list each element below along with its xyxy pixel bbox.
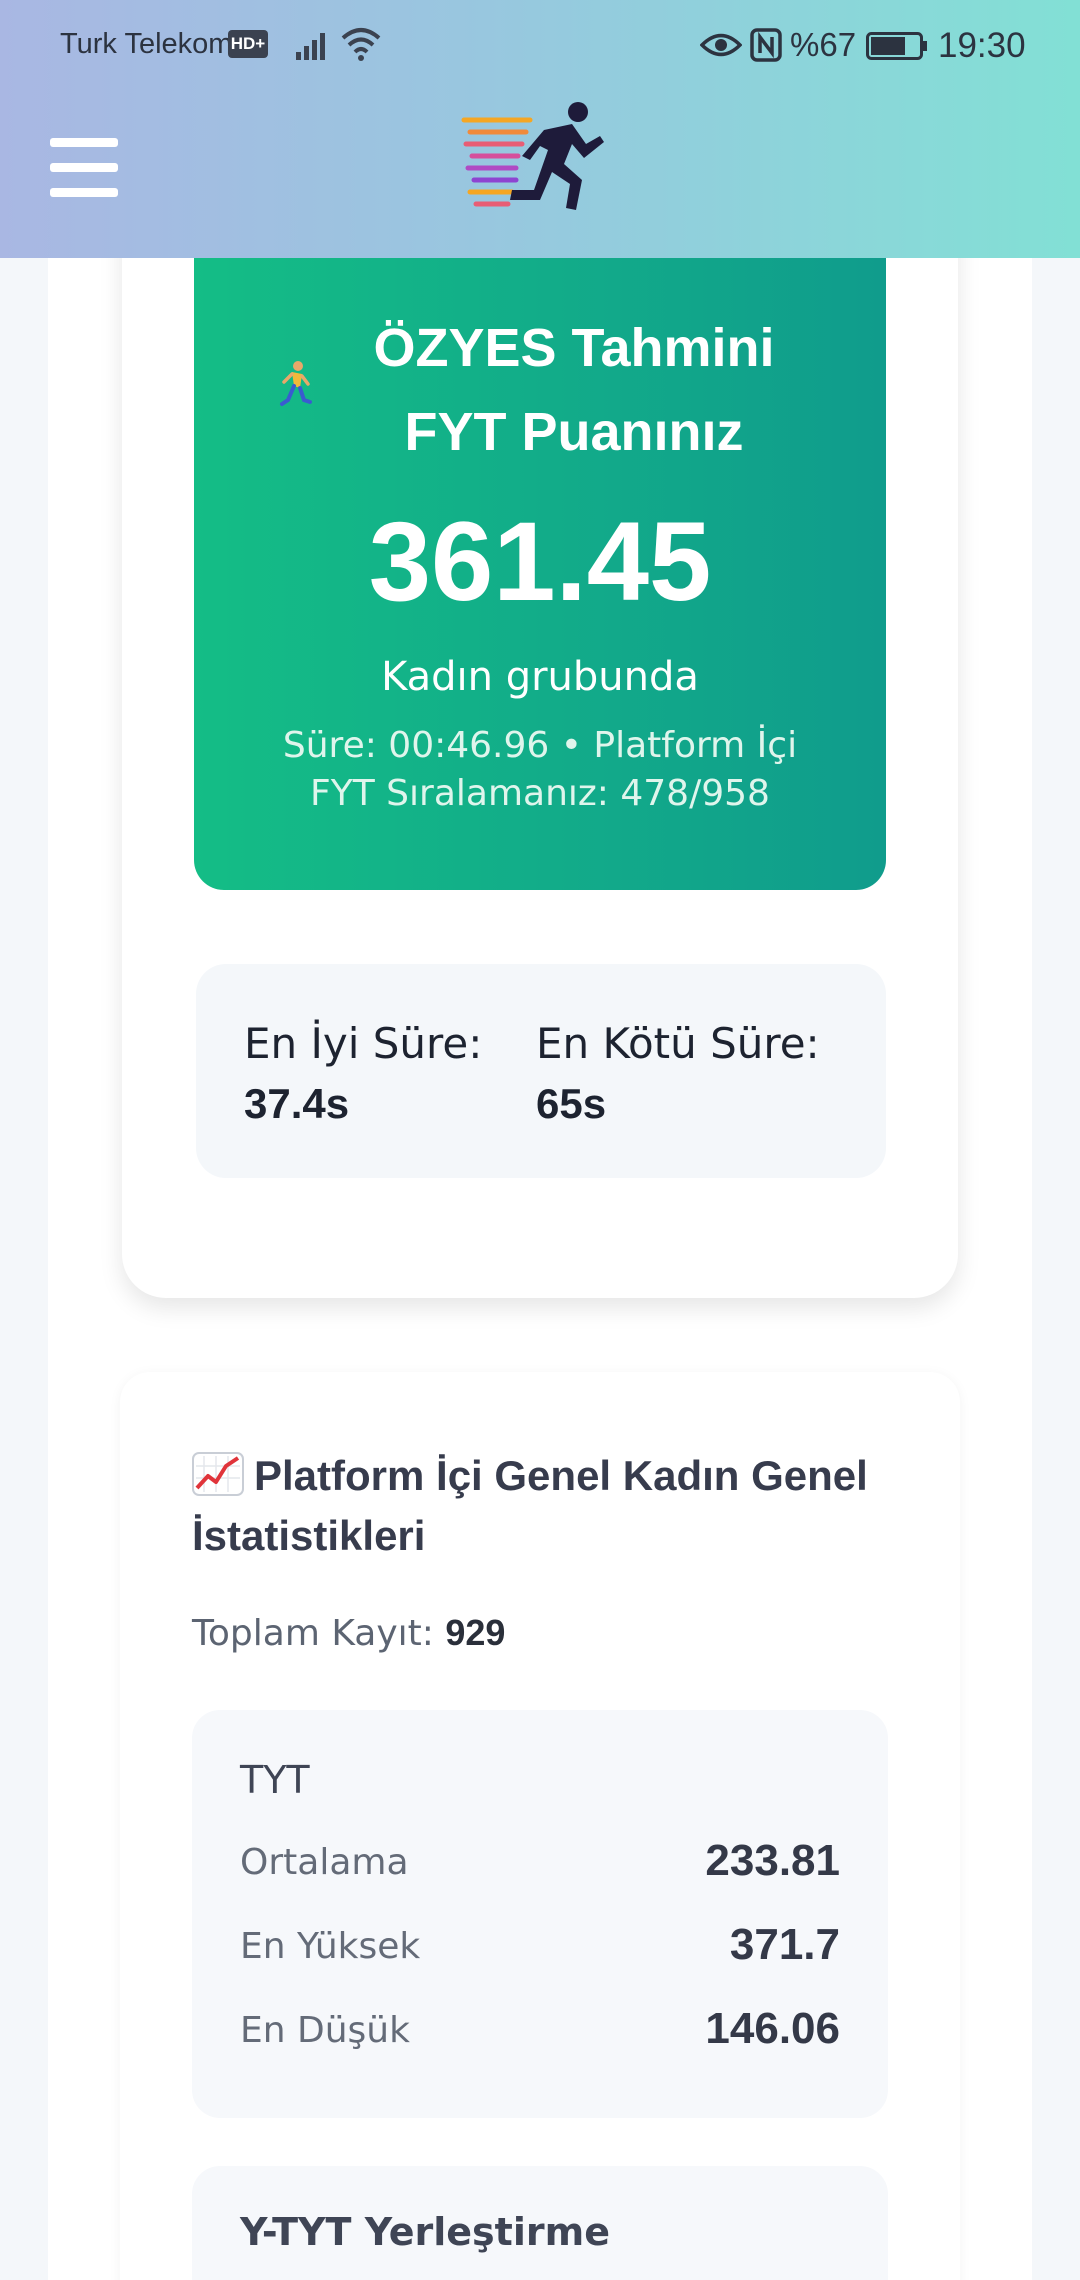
page: Turk Telekom HD+ %67 19:30 ÖZYES Tahmini…: [0, 0, 1080, 2280]
stat-row-lowest: En Düşük 146.06: [240, 2004, 840, 2064]
total-records: Toplam Kayıt: 929: [192, 1612, 505, 1654]
best-time: En İyi Süre: 37.4s: [244, 1014, 482, 1134]
carrier-name: Turk Telekom: [60, 28, 233, 60]
times-box: En İyi Süre: 37.4s En Kötü Süre: 65s: [196, 964, 886, 1178]
runner-emoji: [280, 361, 312, 406]
running-man-logo[interactable]: [460, 100, 606, 218]
hamburger-menu-icon[interactable]: [50, 138, 118, 197]
stat-value: 371.7: [729, 1920, 840, 1969]
score-detail: Süre: 00:46.96 • Platform İçi FYT Sırala…: [282, 725, 798, 814]
score-group: Kadın grubunda: [381, 654, 699, 700]
best-time-value: 37.4s: [244, 1080, 350, 1127]
score-title: ÖZYES Tahmini FYT Puanınız: [373, 318, 775, 462]
stats-title-text: Platform İçi Genel Kadın Genel İstatisti…: [192, 1452, 868, 1559]
nfc-icon: [750, 28, 782, 62]
score-card: ÖZYES Tahmini FYT Puanınız 361.45 Kadın …: [194, 250, 886, 890]
stat-row-highest: En Yüksek 371.7: [240, 1920, 840, 1980]
wifi-icon: [341, 28, 381, 61]
stat-label: Ortalama: [240, 1842, 409, 1883]
stat-label: En Düşük: [240, 2010, 410, 2051]
total-records-value: 929: [445, 1612, 506, 1653]
eye-comfort-icon: [700, 33, 742, 57]
worst-time-value: 65s: [536, 1080, 607, 1127]
tyt-stats-box: TYT Ortalama 233.81 En Yüksek 371.7 En D…: [192, 1710, 888, 2118]
chart-increasing-emoji: [192, 1452, 244, 1496]
stat-label: En Yüksek: [240, 1926, 421, 1967]
stats-title: Platform İçi Genel Kadın Genel İstatisti…: [192, 1446, 912, 1566]
stat-value: 146.06: [705, 2004, 840, 2053]
app-header: Turk Telekom HD+ %67 19:30: [0, 0, 1080, 258]
total-records-label: Toplam Kayıt:: [192, 1613, 434, 1654]
stat-row-average: Ortalama 233.81: [240, 1836, 840, 1896]
stat-value: 233.81: [705, 1836, 840, 1885]
worst-time-label: En Kötü Süre:: [536, 1019, 820, 1068]
hd-badge: HD+: [228, 30, 268, 58]
battery-percent: %67: [790, 26, 857, 63]
battery-icon: [866, 32, 927, 60]
best-time-label: En İyi Süre:: [244, 1019, 483, 1068]
signal-icon: [296, 33, 325, 60]
ytyt-stats-box: Y-TYT Yerleştirme: [192, 2166, 888, 2280]
score-value: 361.45: [368, 499, 712, 624]
status-bar: Turk Telekom HD+ %67 19:30: [0, 0, 1080, 92]
tyt-title: TYT: [240, 1758, 310, 1802]
worst-time: En Kötü Süre: 65s: [536, 1014, 820, 1134]
ytyt-title: Y-TYT Yerleştirme: [240, 2210, 610, 2254]
clock: 19:30: [938, 26, 1026, 65]
